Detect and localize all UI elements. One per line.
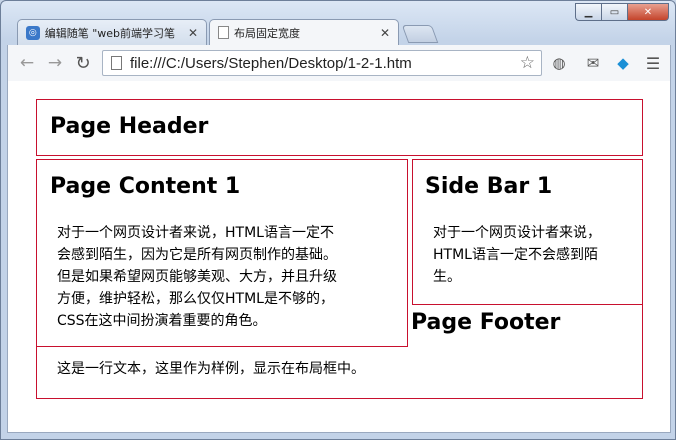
tab-label: 布局固定宽度 <box>234 26 300 40</box>
header-box: Page Header <box>36 99 643 156</box>
bookmark-star-icon[interactable]: ☆ <box>520 53 535 73</box>
new-tab-button[interactable] <box>401 25 439 43</box>
menu-icon[interactable]: ☰ <box>642 53 664 73</box>
page-icon <box>218 26 229 39</box>
page-viewport: Page Header Page Content 1 对于一个网页设计者来说，H… <box>7 81 671 433</box>
page-footer-title: Page Footer <box>411 310 561 335</box>
close-window-button[interactable]: ✕ <box>627 3 669 21</box>
footer-text: 这是一行文本，这里作为样例，显示在布局框中。 <box>57 361 365 377</box>
blog-icon: ◎ <box>26 25 40 40</box>
tab-blog-editor[interactable]: ◎ 编辑随笔 "web前端学习笔 ✕ <box>17 19 207 45</box>
browser-window: ▁ ▭ ✕ ◎ 编辑随笔 "web前端学习笔 ✕ 布局固定宽度 ✕ ← → ↻ … <box>0 0 676 440</box>
reload-icon[interactable]: ↻ <box>72 53 94 74</box>
forward-icon[interactable]: → <box>44 53 66 73</box>
maximize-button[interactable]: ▭ <box>601 3 627 21</box>
globe-extension-icon[interactable]: ◍ <box>548 53 570 73</box>
address-bar[interactable]: file:///C:/Users/Stephen/Desktop/1-2-1.h… <box>102 50 542 76</box>
browser-toolbar: ← → ↻ file:///C:/Users/Stephen/Desktop/1… <box>7 45 671 81</box>
tab-strip: ◎ 编辑随笔 "web前端学习笔 ✕ 布局固定宽度 ✕ <box>17 19 457 45</box>
tab-label: 编辑随笔 "web前端学习笔 <box>44 26 176 40</box>
minimize-button[interactable]: ▁ <box>575 3 601 21</box>
tab-layout-page[interactable]: 布局固定宽度 ✕ <box>209 19 399 45</box>
window-controls: ▁ ▭ ✕ <box>575 3 669 21</box>
page-icon <box>111 56 122 70</box>
page-header-title: Page Header <box>50 114 209 139</box>
shield-extension-icon[interactable]: ◆ <box>612 53 634 73</box>
url-text: file:///C:/Users/Stephen/Desktop/1-2-1.h… <box>130 54 412 72</box>
minimize-icon: ▁ <box>584 6 593 18</box>
back-icon[interactable]: ← <box>16 53 38 73</box>
close-tab-icon[interactable]: ✕ <box>188 26 198 40</box>
close-icon: ✕ <box>643 6 653 18</box>
mail-extension-icon[interactable]: ✉ <box>582 53 604 73</box>
maximize-icon: ▭ <box>609 6 620 18</box>
close-tab-icon[interactable]: ✕ <box>380 26 390 40</box>
